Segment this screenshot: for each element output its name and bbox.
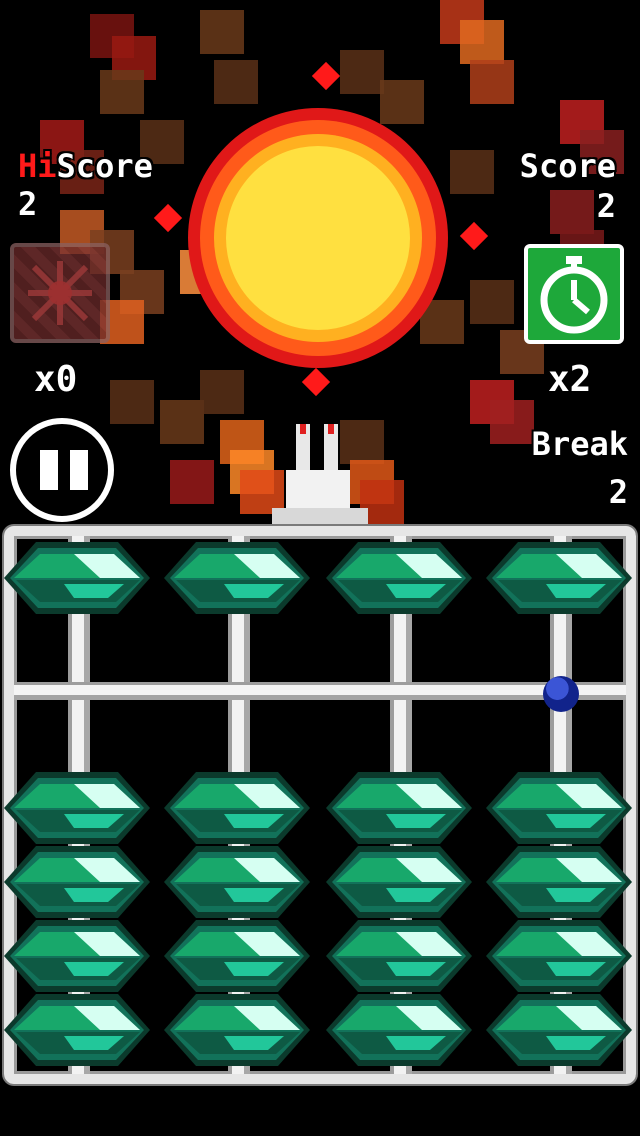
debris-block <box>240 470 284 514</box>
clock-powerup-button[interactable] <box>524 244 624 344</box>
debris-block <box>450 150 494 194</box>
abacus-beam <box>14 682 626 700</box>
hi-score-label: HiScore <box>18 150 153 182</box>
abacus-bead[interactable] <box>4 844 150 920</box>
abacus-bead[interactable] <box>4 918 150 994</box>
clock-count: x2 <box>548 359 592 400</box>
column-marker <box>543 676 579 712</box>
abacus-bead[interactable] <box>486 770 632 846</box>
abacus-bead[interactable] <box>486 844 632 920</box>
abacus-bead[interactable] <box>164 844 310 920</box>
abacus-bead[interactable] <box>4 540 150 616</box>
abacus-bead[interactable] <box>326 540 472 616</box>
bomb-powerup-button[interactable] <box>10 243 110 343</box>
debris-block <box>214 60 258 104</box>
game-screen: HiScore 2 Score 2 x0 x2 Break 2 <box>0 0 640 1136</box>
debris-block <box>100 70 144 114</box>
break-value: 2 <box>608 473 628 511</box>
abacus-bead[interactable] <box>164 918 310 994</box>
debris-block <box>460 20 504 64</box>
debris-block <box>110 380 154 424</box>
bomb-count: x0 <box>34 359 78 400</box>
abacus-bead[interactable] <box>164 540 310 616</box>
debris-block <box>200 370 244 414</box>
abacus-bead[interactable] <box>326 992 472 1068</box>
abacus-bead[interactable] <box>164 992 310 1068</box>
abacus-bead[interactable] <box>486 540 632 616</box>
break-label: Break <box>531 425 628 463</box>
debris-block <box>380 80 424 124</box>
abacus-bead[interactable] <box>326 918 472 994</box>
debris-block <box>340 50 384 94</box>
pause-button[interactable] <box>10 418 114 522</box>
debris-block <box>200 10 244 54</box>
debris-block <box>470 60 514 104</box>
debris-block <box>550 190 594 234</box>
abacus-bead[interactable] <box>326 770 472 846</box>
score-label: Score <box>519 147 616 185</box>
abacus-bead[interactable] <box>4 992 150 1068</box>
abacus-bead[interactable] <box>326 844 472 920</box>
explosion-icon <box>153 61 489 397</box>
debris-block <box>340 420 384 464</box>
hi-score-prefix: Hi <box>18 147 57 185</box>
clock-icon <box>540 256 608 334</box>
abacus-bead[interactable] <box>164 770 310 846</box>
debris-block <box>470 280 514 324</box>
abacus-bead[interactable] <box>4 770 150 846</box>
hi-score-word: Score <box>56 147 153 185</box>
debris-block <box>160 400 204 444</box>
debris-block <box>490 400 534 444</box>
hi-score-value: 2 <box>18 185 38 223</box>
abacus-bead[interactable] <box>486 992 632 1068</box>
abacus-bead[interactable] <box>486 918 632 994</box>
debris-block <box>170 460 214 504</box>
score-value: 2 <box>596 187 616 225</box>
bomb-icon <box>28 261 92 325</box>
